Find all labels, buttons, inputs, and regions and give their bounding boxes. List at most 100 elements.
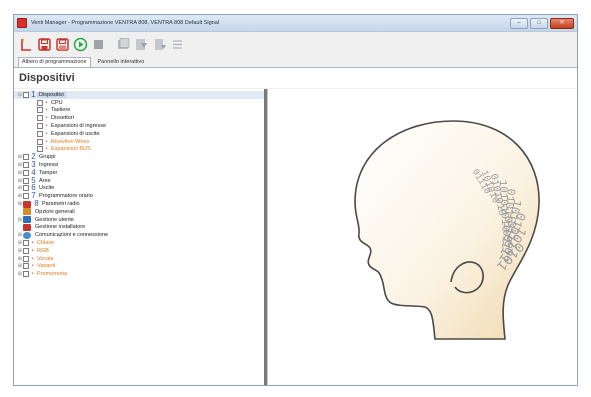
- tree-item-label: Dissettori: [51, 115, 74, 122]
- tree-item-label: Dispositivi: [37, 91, 66, 98]
- tree-item-label: Opzioni generali: [35, 208, 75, 215]
- tree-checkbox[interactable]: [23, 193, 29, 200]
- tree-item-label: Espansioni di uscite: [51, 130, 100, 137]
- tree-checkbox[interactable]: [37, 99, 43, 106]
- close-button[interactable]: ✕: [550, 17, 574, 29]
- tree-checkbox[interactable]: [37, 123, 43, 130]
- list-icon[interactable]: [170, 36, 185, 54]
- page-title: Dispositivi: [14, 68, 577, 88]
- window-controls: – □ ✕: [510, 17, 574, 29]
- tree-item-label: Ricevitori Wires: [51, 138, 90, 145]
- tree-checkbox[interactable]: [23, 177, 29, 184]
- installer-icon: [23, 223, 31, 231]
- tree-item-number: 1: [31, 89, 36, 99]
- window-title: Venti Manager - Programmazione VENTRA 80…: [31, 20, 220, 26]
- tree-checkbox[interactable]: [23, 263, 29, 270]
- tree-item-label: Uscite: [39, 185, 55, 192]
- tree-checkbox[interactable]: [37, 107, 43, 114]
- tree-item[interactable]: ⊞ 5 Aree: [14, 176, 264, 185]
- tree-item[interactable]: ⊞ • Varianti: [14, 263, 264, 271]
- tree-checkbox[interactable]: [23, 240, 29, 247]
- tree-item[interactable]: • Espansioni di uscite: [14, 130, 264, 138]
- app-window: Venti Manager - Programmazione VENTRA 80…: [13, 14, 578, 386]
- tree-checkbox[interactable]: [23, 247, 29, 254]
- tree-checkbox[interactable]: [23, 185, 29, 192]
- tree-item-number: 8: [34, 199, 39, 209]
- tree-item[interactable]: ⊟ 1 Dispositivi: [14, 89, 264, 99]
- open-icon[interactable]: [37, 36, 52, 54]
- tree-item[interactable]: ⊞ 3 Ingressi: [14, 161, 264, 169]
- tree-checkbox[interactable]: [23, 162, 29, 169]
- tree-item[interactable]: • Ricevitori Wires: [14, 138, 264, 146]
- tree-item-label: Espansioni di ingresse: [51, 123, 107, 130]
- tree-item-label: Gestione installatore: [35, 224, 86, 231]
- tree-item[interactable]: ⊞ 7 Programmatore orario: [14, 192, 264, 200]
- tree-item[interactable]: ⊞ Comunicazioni e connessione: [14, 231, 264, 239]
- tree-checkbox[interactable]: [23, 91, 29, 98]
- device-tree: ⊟ 1 Dispositivi • CPU • Tastiere • Dissettori • Es…: [14, 89, 267, 385]
- user-icon: [23, 216, 31, 224]
- tree-item-label: Chiave: [37, 240, 55, 247]
- options-icon: [23, 208, 31, 216]
- tree-item-label: Gestione utente: [35, 216, 74, 223]
- tree-checkbox[interactable]: [23, 271, 29, 278]
- tree-item[interactable]: ⊞ • Vocale: [14, 255, 264, 263]
- connect-icon[interactable]: [73, 36, 88, 54]
- tree-checkbox[interactable]: [23, 169, 29, 176]
- tree-item-label: Ingressi: [39, 162, 59, 169]
- save-icon[interactable]: [55, 36, 70, 54]
- tree-checkbox[interactable]: [37, 130, 43, 137]
- tree-checkbox[interactable]: [37, 138, 43, 145]
- toolbar: [14, 32, 577, 57]
- tab-interactive-panel[interactable]: Pannello interattivo: [95, 58, 148, 67]
- tree-item-label: Varianti: [37, 263, 56, 270]
- maximize-button[interactable]: □: [530, 17, 548, 29]
- tree-item[interactable]: • CPU: [14, 99, 264, 107]
- tree-item-label: Parametri radio: [42, 201, 80, 208]
- tab-programming-tree[interactable]: Albero di programmazione: [18, 57, 91, 67]
- tree-checkbox[interactable]: [37, 115, 43, 122]
- tree-item[interactable]: Opzioni generali: [14, 208, 264, 216]
- tree-item-label: Aree: [39, 177, 51, 184]
- tree-checkbox[interactable]: [37, 146, 43, 153]
- tree-item[interactable]: ⊞ Gestione utente: [14, 216, 264, 224]
- tree-item[interactable]: ⊞ • Chiave: [14, 239, 264, 247]
- tree-item[interactable]: ⊞ • RGB: [14, 247, 264, 255]
- title-bar: Venti Manager - Programmazione VENTRA 80…: [14, 15, 577, 32]
- new-icon[interactable]: [19, 36, 34, 54]
- globe-icon: [23, 231, 31, 239]
- read-icon[interactable]: [116, 36, 131, 54]
- tree-item[interactable]: ⊞ • Promemoria: [14, 270, 264, 278]
- tree-item-label: Espansioni BUS: [51, 146, 91, 153]
- tree-item-label: CPU: [51, 99, 63, 106]
- write-icon[interactable]: [134, 36, 149, 54]
- tree-item[interactable]: • Tastiere: [14, 107, 264, 115]
- tree-item[interactable]: ⊞ 4 Tamper: [14, 168, 264, 177]
- tree-item[interactable]: • Espansioni BUS: [14, 146, 264, 154]
- tree-item[interactable]: • Dissettori: [14, 114, 264, 122]
- tree-item-label: Comunicazioni e connessione: [35, 232, 109, 239]
- toolbar-separator: [109, 36, 113, 54]
- tree-item-label: Programmatore orario: [39, 193, 93, 200]
- tree-item[interactable]: Gestione installatore: [14, 223, 264, 232]
- tree-item-label: Tamper: [39, 169, 58, 176]
- illustration-pane: 01110 101010 0101010 10101010 01010101 101010…: [267, 89, 577, 385]
- tree-checkbox[interactable]: [23, 154, 29, 161]
- tree-item-label: RGB: [37, 247, 49, 254]
- tree-item[interactable]: ⊞ 8 Parametri radio: [14, 200, 264, 208]
- app-logo-icon: [17, 18, 27, 28]
- tab-bar: Albero di programmazione Pannello intera…: [14, 57, 577, 68]
- stop-icon[interactable]: [91, 36, 106, 54]
- tree-item[interactable]: • Espansioni di ingresse: [14, 122, 264, 130]
- tree-item[interactable]: ⊞ 6 Uscite: [14, 184, 264, 193]
- tree-item[interactable]: ⊞ 2 Gruppi: [14, 153, 264, 161]
- minimize-button[interactable]: –: [510, 17, 528, 29]
- send-icon[interactable]: [152, 36, 167, 54]
- tree-item-label: Promemoria: [37, 271, 67, 278]
- tree-checkbox[interactable]: [23, 255, 29, 262]
- binary-head-icon: 0111010101001010101010101001010101101010…: [354, 120, 540, 340]
- tree-item-label: Gruppi: [39, 154, 56, 161]
- tree-item-label: Vocale: [37, 255, 54, 262]
- main-content: ⊟ 1 Dispositivi • CPU • Tastiere • Dissettori • Es…: [14, 89, 577, 385]
- radio-icon: [23, 200, 31, 208]
